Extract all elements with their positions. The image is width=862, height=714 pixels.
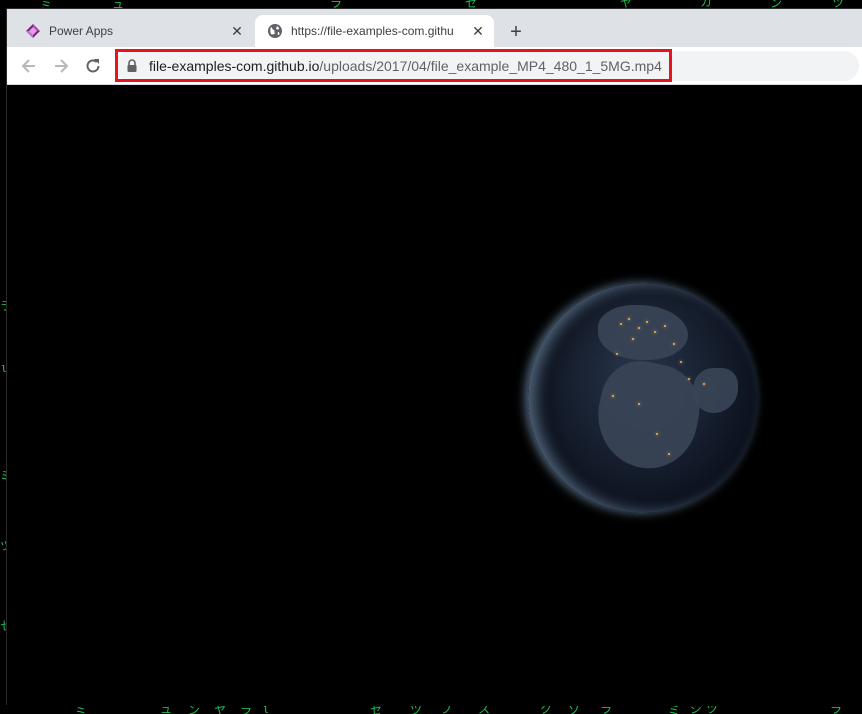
tab-label: https://file-examples-com.githu bbox=[291, 24, 454, 38]
forward-button[interactable] bbox=[49, 54, 73, 78]
arrow-left-icon bbox=[20, 57, 38, 75]
lock-icon[interactable] bbox=[126, 59, 138, 73]
matrix-char: カ bbox=[700, 0, 713, 9]
desktop: ミ ュ ラ セ ヤ カ ン ツ ラ ι ミ ツ セ ミ ュ ン ヤ ラ ι セ … bbox=[0, 0, 862, 714]
reload-button[interactable] bbox=[81, 54, 105, 78]
close-tab-icon[interactable]: ✕ bbox=[229, 23, 245, 39]
browser-window: Power Apps ✕ https://file-examples-com.g… bbox=[6, 8, 862, 706]
globe-icon bbox=[267, 23, 283, 39]
tab-video-file[interactable]: https://file-examples-com.githu ✕ bbox=[255, 15, 494, 47]
browser-toolbar: file-examples-com.github.io/uploads/2017… bbox=[7, 47, 862, 85]
earth-at-night-image bbox=[528, 283, 758, 513]
url-path: /uploads/2017/04/file_example_MP4_480_1_… bbox=[319, 58, 662, 74]
url-host: file-examples-com.github.io bbox=[149, 58, 320, 74]
tab-label: Power Apps bbox=[49, 24, 114, 38]
arrow-right-icon bbox=[52, 57, 70, 75]
tab-power-apps[interactable]: Power Apps ✕ bbox=[7, 15, 253, 47]
tab-strip: Power Apps ✕ https://file-examples-com.g… bbox=[7, 9, 862, 47]
power-apps-icon bbox=[25, 23, 41, 39]
page-viewport bbox=[7, 85, 862, 706]
video-player[interactable] bbox=[7, 85, 862, 706]
close-tab-icon[interactable]: ✕ bbox=[470, 23, 486, 39]
reload-icon bbox=[84, 57, 102, 75]
new-tab-button[interactable]: + bbox=[504, 21, 528, 45]
url-text[interactable]: file-examples-com.github.io/uploads/2017… bbox=[149, 58, 662, 74]
back-button[interactable] bbox=[17, 54, 41, 78]
